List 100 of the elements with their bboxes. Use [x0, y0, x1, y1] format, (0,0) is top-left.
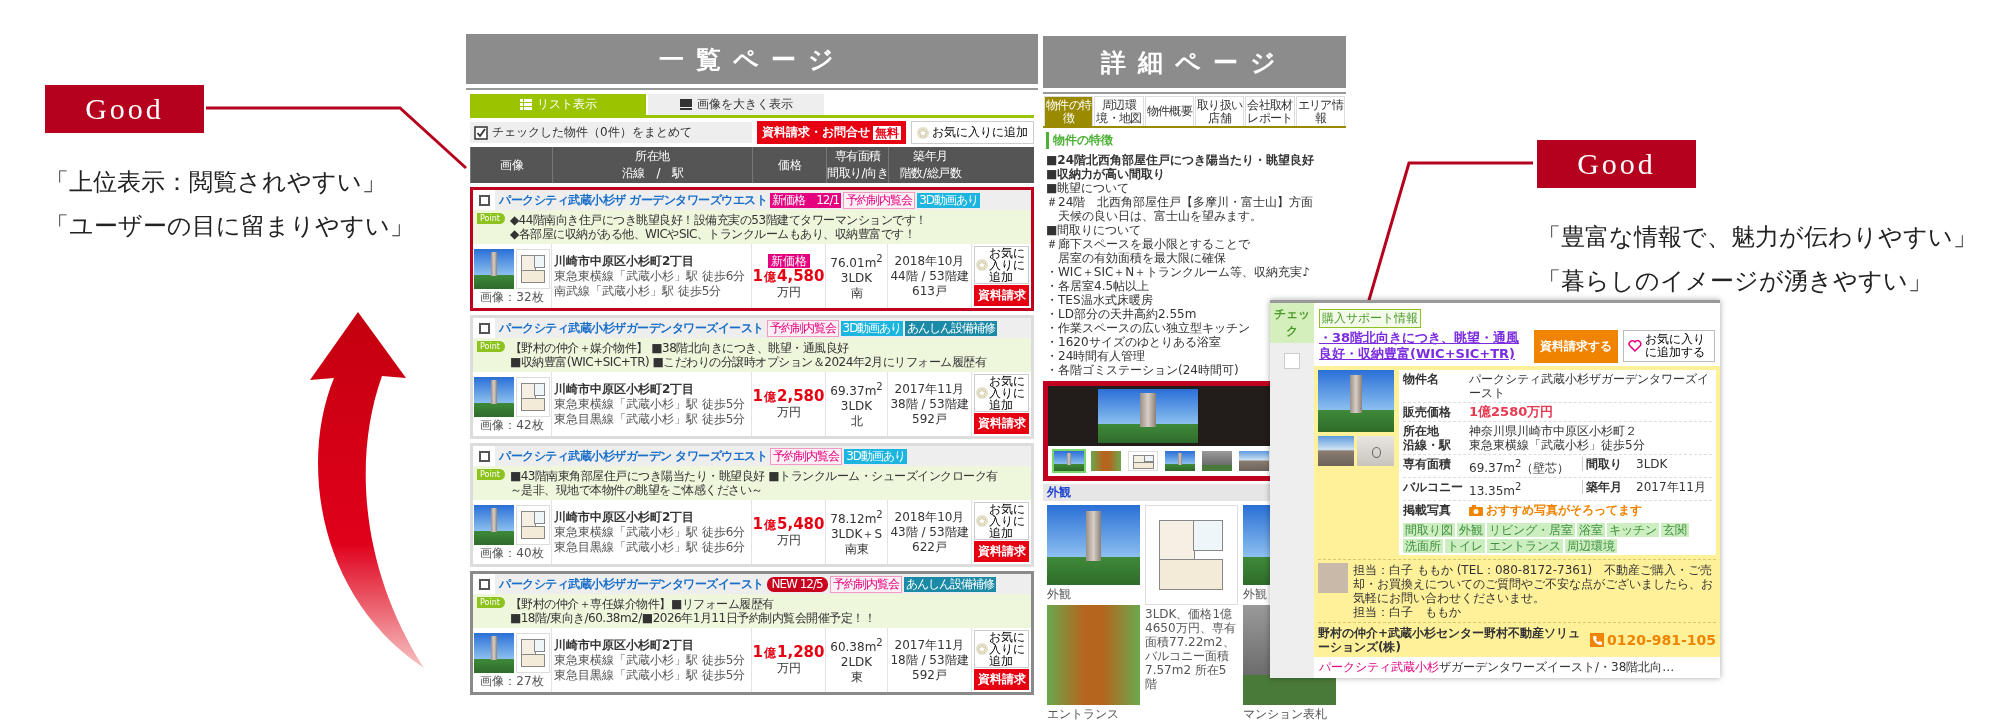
price-value: 1億4,580 [752, 268, 825, 284]
feature-text: ・WIC＋SIC＋N＋トランクルーム等、収納充実♪ [1046, 265, 1310, 279]
checkbox[interactable] [478, 194, 490, 206]
good-label: Good [45, 85, 204, 133]
built-date: 2018年10月 [894, 254, 965, 268]
favorite-button[interactable]: お気に入りに追加 [974, 502, 1029, 540]
breadcrumb-link[interactable]: パークシティ武蔵小杉 [1319, 660, 1439, 674]
listing-title-link[interactable]: パークシティ武蔵小杉ザガーデンタワーズイースト [499, 319, 764, 337]
field-value: 神奈川県川崎市中原区小杉町２ [1469, 424, 1638, 438]
star-icon [976, 387, 988, 399]
field-value: 2017年11月 [1636, 480, 1707, 494]
listing-tag: 3D動画あり [840, 320, 904, 336]
section-tab[interactable]: 取り扱い店舗 [1195, 96, 1245, 126]
built-date: 2017年11月 [894, 638, 965, 652]
image-count: 画像：42枚 [480, 417, 544, 432]
image-count: 画像：32枚 [480, 289, 544, 304]
field-value: 3LDK [1636, 457, 1669, 471]
access-text: 東急東横線「武蔵小杉」駅 徒歩5分 [554, 653, 746, 667]
point-badge: Point [477, 213, 505, 224]
point-text: ～是非、現地で本物件の眺望をご体感ください～ [509, 483, 764, 497]
favorite-button[interactable]: お気に入りに追加 [974, 630, 1029, 668]
photo-thumbnail[interactable] [1052, 449, 1086, 473]
listing-title-link[interactable]: パークシティ武蔵小杉ザガーデンタワーズイースト [499, 575, 764, 593]
address-text: 川崎市中原区小杉町2丁目 [554, 638, 695, 652]
listing-tag: 3D動画あり [917, 192, 980, 208]
building-photo [1165, 451, 1195, 471]
field-value: 13.35m$^{2}$ [1469, 480, 1523, 498]
page-heading: 一覧ページ [466, 34, 1038, 84]
checkbox[interactable] [478, 578, 490, 590]
building-photo [474, 248, 514, 289]
feature-text: ■間取りについて [1046, 223, 1142, 237]
checkbox-icon [474, 125, 488, 140]
listing-title-link[interactable]: ・38階北向きにつき、眺望・通風良好・収納豊富(WIC+SIC+TR) [1319, 330, 1529, 362]
favorite-button[interactable]: お気に入りに追加する [1623, 330, 1715, 362]
request-button[interactable]: 資料請求 [974, 541, 1029, 562]
contact-name: 担当：白子 ももか [1353, 605, 1462, 619]
access-text: 東急東横線「武蔵小杉」駅 徒歩6分 [554, 525, 746, 539]
check-label: チェック [1270, 303, 1314, 343]
section-tab[interactable]: 物件概要 [1144, 96, 1194, 126]
photo-tag: キッチン [1607, 523, 1659, 537]
photo-caption: 外観 [1243, 587, 1268, 601]
photo-tag: 浴室 [1577, 523, 1605, 537]
page-heading: 詳細ページ [1043, 36, 1346, 88]
camera-icon [1469, 504, 1483, 516]
photo-placeholder [1318, 563, 1348, 593]
listing-tag: 予約制内覧会 [829, 575, 902, 593]
area-text: 69.37m$^{2}$ [830, 380, 883, 398]
inquiry-button[interactable]: 資料請求・お問合せ 無料 [757, 121, 906, 144]
field-label: 物件名 [1403, 372, 1440, 386]
listing-tag: 予約制内覧会 [843, 191, 916, 209]
point-text: ■43階南東角部屋住戸につき陽当たり・眺望良好 ■トランクルーム・シューズインクローク有 [509, 469, 998, 483]
section-tab[interactable]: 周辺環境・地図 [1094, 96, 1144, 126]
photo-caption: マンション表札 [1243, 707, 1328, 721]
listing-title-link[interactable]: パークシティ武蔵小杉ザガーデン タワーズウエスト [499, 447, 768, 465]
floor-text: 44階 / 53階建 [890, 269, 969, 283]
point-badge: Point [477, 341, 505, 352]
access-text: 東急東横線「武蔵小杉」駅 徒歩5分 [554, 397, 746, 411]
listing-tag: あんしん設備補修 [905, 320, 998, 336]
feature-text: ＃24階 北西角部屋住戸【多摩川・富士山】方面 [1046, 195, 1314, 209]
benefit-text: 「暮らしのイメージが湧きやすい」 [1537, 266, 1933, 296]
column-header: 価格 [777, 156, 802, 174]
request-button[interactable]: 資料請求 [974, 413, 1029, 434]
layout-text: 3LDK＋S [830, 527, 882, 541]
section-tab[interactable]: エリア情報 [1295, 96, 1345, 126]
building-photo [474, 632, 514, 673]
direction-text: 南東 [844, 542, 869, 556]
entrance-photo [1091, 451, 1121, 471]
field-value: パークシティ武蔵小杉ザガーデンタワーズイースト [1469, 372, 1710, 400]
favorite-button[interactable]: お気に入りに追加 [974, 246, 1029, 284]
view-tab[interactable]: 画像を大きく表示 [648, 94, 824, 115]
checkbox[interactable] [478, 450, 490, 462]
access-text: 南武線「武蔵小杉」駅 徒歩5分 [554, 284, 722, 298]
direction-text: 北 [850, 414, 863, 428]
units-text: 613戸 [912, 284, 947, 298]
column-header: 階数/総戸数 [898, 165, 963, 182]
section-tab[interactable]: 物件の特徴 [1044, 96, 1094, 126]
phone-icon [1589, 633, 1604, 647]
section-tab[interactable]: 会社取材レポート [1245, 96, 1295, 126]
column-header: 間取り/向き [827, 165, 888, 182]
request-button[interactable]: 資料請求 [974, 285, 1029, 306]
star-icon [976, 643, 988, 655]
request-button[interactable]: 資料請求 [974, 669, 1029, 690]
field-label: 間取り [1582, 457, 1632, 471]
field-label: 沿線・駅 [1403, 438, 1452, 452]
favorite-button[interactable]: お気に入りに追加 [974, 374, 1029, 412]
point-text: ◆各部屋に収納がある他、WICやSIC、トランクルームもあり、収納豊富です！ [509, 227, 917, 241]
listing-title-link[interactable]: パークシティ武蔵小杉ザ ガーデンタワーズウエスト [499, 191, 768, 209]
breadcrumb-text: ザガーデンタワーズイースト/・38階北向… [1439, 660, 1675, 674]
access-text: 東急目黒線「武蔵小杉」駅 徒歩6分 [554, 540, 746, 554]
price-unit: 万円 [776, 661, 801, 675]
point-text: ◆44階南向き住戸につき眺望良好！設備充実の53階建てタワーマンションです！ [509, 213, 927, 227]
feature-text: ・作業スペースの広い独立型キッチン [1046, 321, 1250, 335]
feature-text: ■24階北西角部屋住戸につき陽当たり・眺望良好 [1046, 153, 1315, 167]
favorite-button[interactable]: お気に入りに追加 [911, 121, 1034, 144]
column-header: 所在地 [634, 148, 671, 165]
built-date: 2017年11月 [894, 382, 965, 396]
feature-text: ・1620サイズのゆとりある浴室 [1046, 335, 1221, 349]
feature-text: 天候の良い日は、富士山を望みます。 [1057, 209, 1262, 223]
checkbox[interactable] [478, 322, 490, 334]
floor-text: 43階 / 53階建 [890, 525, 969, 539]
